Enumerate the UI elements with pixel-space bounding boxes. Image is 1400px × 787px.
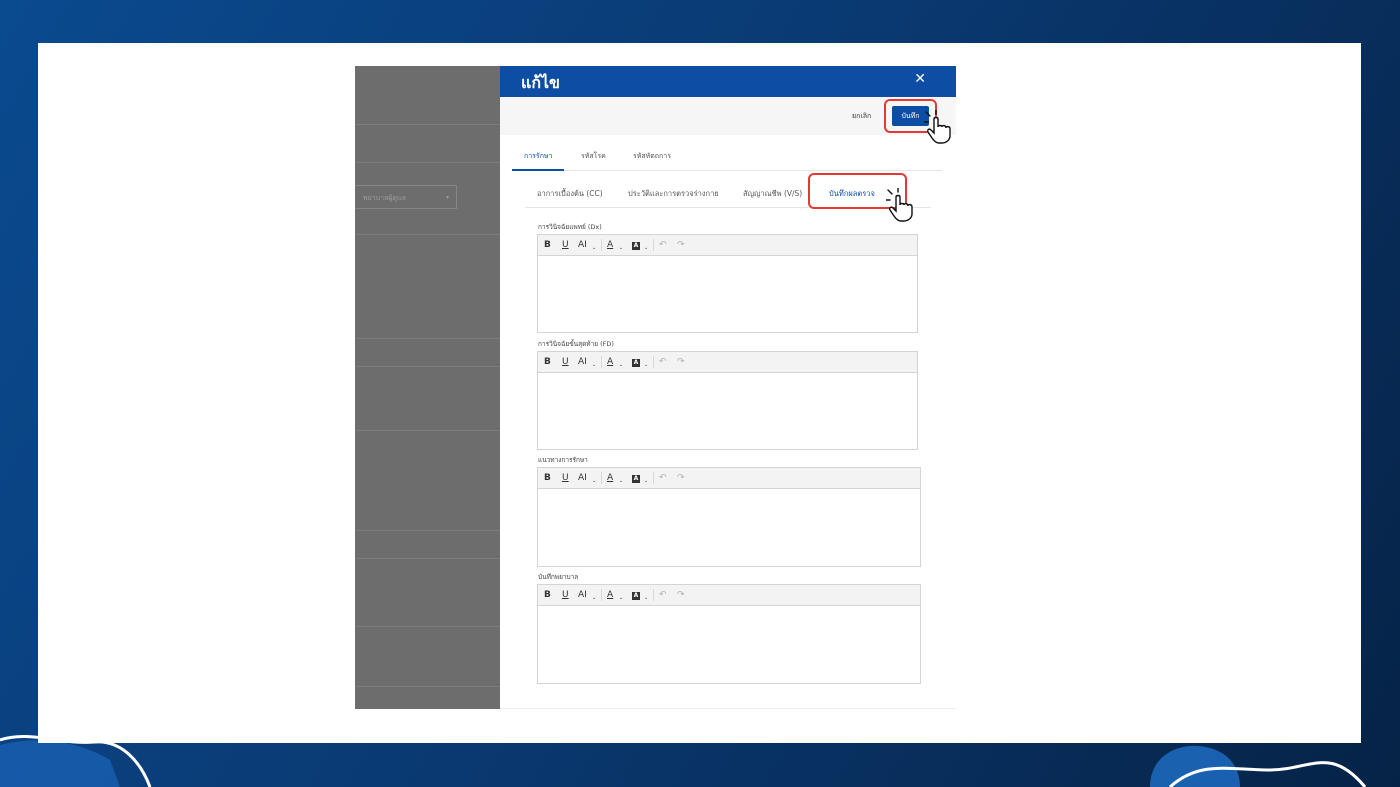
font-color-button[interactable]: A [607,356,613,368]
bold-button[interactable]: B [544,472,551,484]
rich-text-editor-dx[interactable]: B U AI ⌄ A ⌄ A ⌄ ↶ ↷ [537,234,918,333]
editor-toolbar: B U AI ⌄ A ⌄ A ⌄ ↶ ↷ [538,235,917,256]
editor-toolbar: B U AI ⌄ A ⌄ A ⌄ ↶ ↷ [538,352,917,373]
primary-tabs: การรักษา รหัสโรค รหัสหัตถการ [512,150,942,171]
redo-icon[interactable]: ↷ [677,589,685,601]
tab-history-exam[interactable]: ประวัติและการตรวจร่างกาย [628,188,719,200]
chevron-down-icon[interactable]: ⌄ [592,475,596,487]
font-color-button[interactable]: A [607,239,613,251]
redo-icon[interactable]: ↷ [677,356,685,368]
chevron-down-icon[interactable]: ⌄ [644,475,648,487]
underline-button[interactable]: U [562,356,569,368]
tab-disease-code[interactable]: รหัสโรค [581,150,606,169]
chevron-down-icon: ▾ [445,194,449,201]
field-label-dx: การวินิจฉัยแพทย์ (Dx) [538,223,602,231]
undo-icon[interactable]: ↶ [659,356,667,368]
rich-text-editor-treatment-plan[interactable]: B U AI ⌄ A ⌄ A ⌄ ↶ ↷ [537,467,921,567]
redo-icon[interactable]: ↷ [677,239,685,251]
drawer-footer-divider [500,708,956,709]
undo-icon[interactable]: ↶ [659,472,667,484]
drawer-title: แก้ไข [521,73,560,92]
field-label-fd: การวินิจฉัยขั้นสุดท้าย (FD) [538,340,614,348]
tab-treatment[interactable]: การรักษา [512,150,565,171]
hand-pointer-icon [924,110,951,144]
chevron-down-icon[interactable]: ⌄ [592,242,596,254]
background-color-button[interactable]: A [632,472,640,484]
undo-icon[interactable]: ↶ [659,239,667,251]
tab-vital-signs[interactable]: สัญญาณชีพ (V/S) [743,188,802,200]
redo-icon[interactable]: ↷ [677,472,685,484]
chevron-down-icon[interactable]: ⌄ [644,242,648,254]
field-label-nursing-note: บันทึกพยาบาล [538,573,579,581]
background-overlay: พยาบาลผู้ดูแล ▾ [355,66,500,709]
underline-button[interactable]: U [562,589,569,601]
rich-text-editor-nursing-note[interactable]: B U AI ⌄ A ⌄ A ⌄ ↶ ↷ [537,584,921,684]
background-color-button[interactable]: A [632,589,640,601]
chevron-down-icon[interactable]: ⌄ [592,359,596,371]
font-size-button[interactable]: AI [578,589,587,601]
chevron-down-icon[interactable]: ⌄ [592,592,596,604]
chevron-down-icon[interactable]: ⌄ [619,592,623,604]
tab-procedure-code[interactable]: รหัสหัตถการ [633,150,671,169]
font-size-button[interactable]: AI [578,356,587,368]
bold-button[interactable]: B [544,239,551,251]
undo-icon[interactable]: ↶ [659,589,667,601]
chevron-down-icon[interactable]: ⌄ [619,359,623,371]
drawer-header: แก้ไข ✕ [500,66,956,97]
chevron-down-icon[interactable]: ⌄ [619,475,623,487]
bold-button[interactable]: B [544,356,551,368]
cancel-button[interactable]: ยกเลิก [852,111,871,122]
app-screenshot: พยาบาลผู้ดูแล ▾ แก้ไข ✕ ยกเลิก บันทึก กา… [355,66,956,709]
hand-pointer-icon [886,188,913,222]
font-size-button[interactable]: AI [578,239,587,251]
edit-drawer: แก้ไข ✕ ยกเลิก บันทึก การรักษา รหัสโรค ร… [500,66,956,709]
select-placeholder: พยาบาลผู้ดูแล [363,194,406,202]
tab-chief-complaint[interactable]: อาการเบื้องต้น (CC) [537,188,603,200]
caregiver-nurse-select[interactable]: พยาบาลผู้ดูแล ▾ [355,185,457,209]
font-color-button[interactable]: A [607,472,613,484]
chevron-down-icon[interactable]: ⌄ [644,359,648,371]
bold-button[interactable]: B [544,589,551,601]
chevron-down-icon[interactable]: ⌄ [619,242,623,254]
underline-button[interactable]: U [562,472,569,484]
field-label-treatment-plan: แนวทางการรักษา [538,456,588,464]
font-color-button[interactable]: A [607,589,613,601]
chevron-down-icon[interactable]: ⌄ [644,592,648,604]
rich-text-editor-fd[interactable]: B U AI ⌄ A ⌄ A ⌄ ↶ ↷ [537,351,918,450]
editor-toolbar: B U AI ⌄ A ⌄ A ⌄ ↶ ↷ [538,585,920,606]
background-color-button[interactable]: A [632,356,640,368]
underline-button[interactable]: U [562,239,569,251]
font-size-button[interactable]: AI [578,472,587,484]
editor-toolbar: B U AI ⌄ A ⌄ A ⌄ ↶ ↷ [538,468,920,489]
background-color-button[interactable]: A [632,239,640,251]
close-icon[interactable]: ✕ [914,71,926,87]
